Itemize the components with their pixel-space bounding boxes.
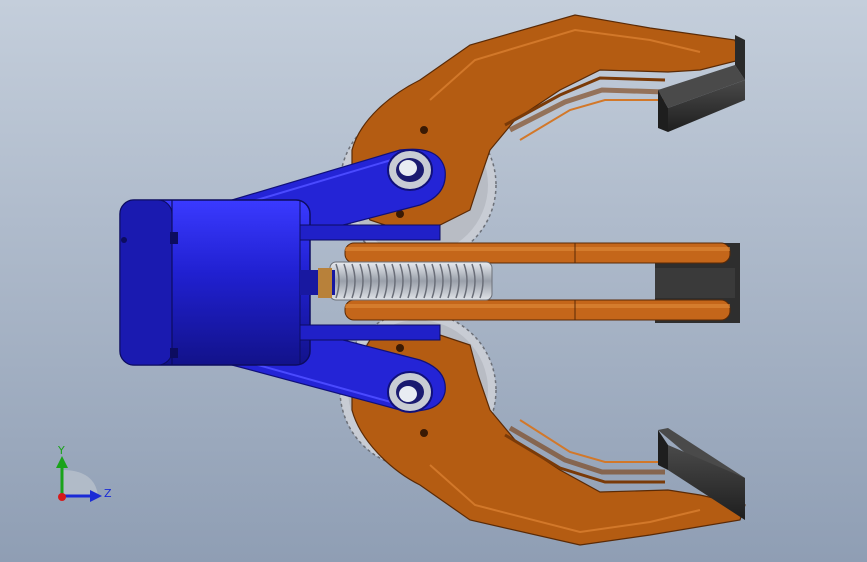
upper-slide-rod[interactable] xyxy=(344,242,731,264)
worm-gear[interactable] xyxy=(329,261,493,301)
cad-model-view[interactable]: Y Z xyxy=(0,0,867,562)
triad-y-label: Y xyxy=(57,444,65,457)
graphics-viewport[interactable]: Y Z xyxy=(0,0,867,562)
lower-slide-rod[interactable] xyxy=(344,299,731,321)
x-axis-origin-icon xyxy=(58,493,66,501)
triad-z-label: Z xyxy=(104,487,112,500)
